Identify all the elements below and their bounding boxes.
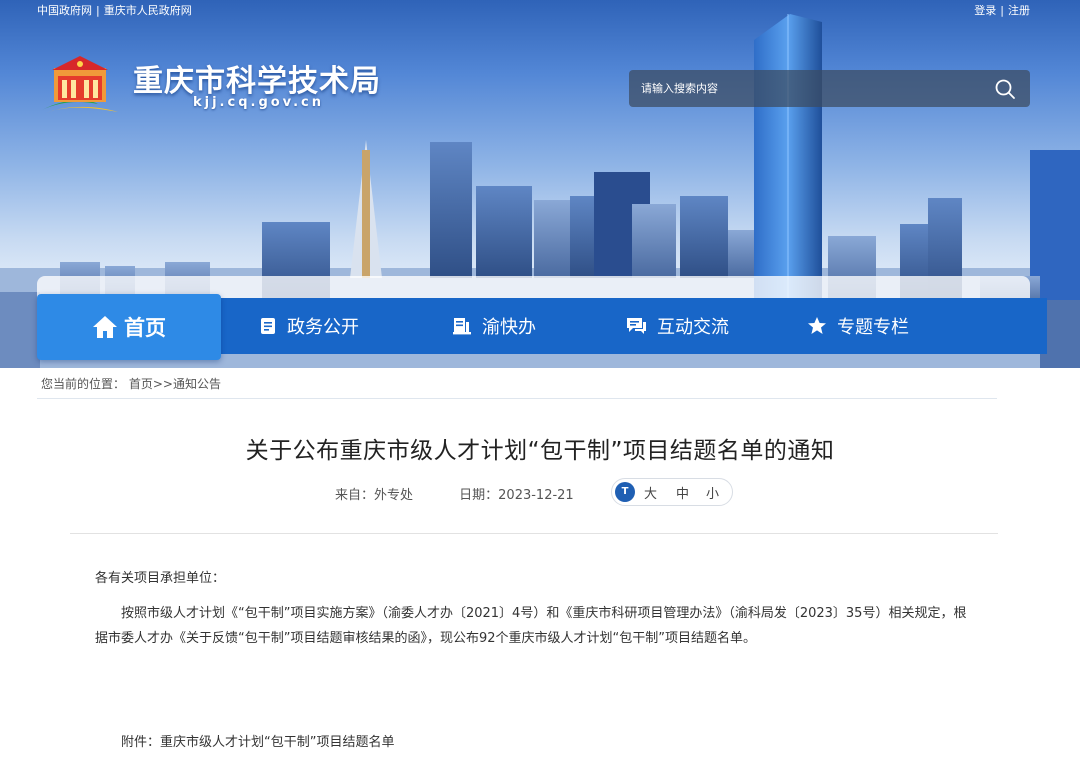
article-salutation: 各有关项目承担单位： bbox=[95, 571, 226, 586]
font-large-button[interactable]: 大 bbox=[644, 483, 657, 502]
cq-gov-link[interactable]: 重庆市人民政府网 bbox=[104, 4, 192, 17]
nav-label: 渝快办 bbox=[482, 317, 536, 338]
top-separator: | bbox=[96, 4, 100, 17]
breadcrumb-separator: >> bbox=[152, 377, 173, 391]
article-body: 按照市级人才计划《“包干制”项目实施方案》（渝委人才办〔2021〕4号）和《重庆… bbox=[95, 606, 967, 646]
header-banner: 中国政府网 | 重庆市人民政府网 登录 | 注册 重庆市科学技术局 kjj.cq.gov… bbox=[0, 0, 1080, 368]
bureau-logo-icon[interactable] bbox=[38, 50, 122, 116]
breadcrumb-current-link[interactable]: 通知公告 bbox=[173, 377, 221, 391]
nav-label: 首页 bbox=[124, 316, 166, 340]
search-box bbox=[629, 70, 1030, 107]
nav-item-gov-affairs[interactable]: 政务公开 bbox=[259, 298, 359, 354]
star-icon bbox=[808, 317, 826, 334]
nav-item-home[interactable]: 首页 bbox=[37, 294, 221, 360]
breadcrumb-divider bbox=[37, 398, 997, 399]
search-input[interactable] bbox=[629, 70, 971, 107]
breadcrumb-prefix: 您当前的位置： bbox=[41, 377, 126, 391]
meta-divider bbox=[70, 533, 998, 534]
site-domain: kjj.cq.gov.cn bbox=[193, 95, 324, 110]
article-attachment[interactable]: 附件：重庆市级人才计划“包干制”项目结题名单 bbox=[121, 731, 394, 750]
article-source: 来自：外专处 bbox=[335, 488, 414, 503]
home-icon bbox=[93, 316, 117, 338]
nav-item-interaction[interactable]: 互动交流 bbox=[625, 298, 729, 354]
article-meta: 来自：外专处 日期：2023-12-21 bbox=[335, 484, 574, 503]
font-medium-button[interactable]: 中 bbox=[676, 483, 689, 502]
top-bar: 中国政府网 | 重庆市人民政府网 登录 | 注册 bbox=[0, 0, 1080, 18]
nav-label: 专题专栏 bbox=[837, 317, 909, 338]
breadcrumb: 您当前的位置： 首页>>通知公告 bbox=[41, 375, 221, 392]
register-link[interactable]: 注册 bbox=[1008, 4, 1030, 17]
font-size-icon: T bbox=[615, 482, 635, 502]
font-small-button[interactable]: 小 bbox=[706, 483, 719, 502]
search-icon[interactable] bbox=[994, 78, 1016, 100]
nav-label: 互动交流 bbox=[657, 317, 729, 338]
font-size-switcher: T 大 中 小 bbox=[611, 478, 733, 506]
gov-portal-link[interactable]: 中国政府网 bbox=[37, 4, 92, 17]
top-separator-right: | bbox=[1000, 4, 1004, 17]
document-icon bbox=[261, 318, 275, 334]
article-date: 日期：2023-12-21 bbox=[459, 488, 574, 503]
article-title: 关于公布重庆市级人才计划“包干制”项目结题名单的通知 bbox=[245, 438, 835, 464]
nav-item-yukuaiban[interactable]: 渝快办 bbox=[452, 298, 536, 354]
site-title: 重庆市科学技术局 bbox=[133, 64, 381, 99]
breadcrumb-home-link[interactable]: 首页 bbox=[129, 377, 153, 391]
login-link[interactable]: 登录 bbox=[974, 4, 996, 17]
nav-item-special[interactable]: 专题专栏 bbox=[807, 298, 909, 354]
nav-label: 政务公开 bbox=[287, 317, 359, 338]
book-icon bbox=[453, 318, 471, 335]
chat-icon bbox=[627, 318, 646, 334]
